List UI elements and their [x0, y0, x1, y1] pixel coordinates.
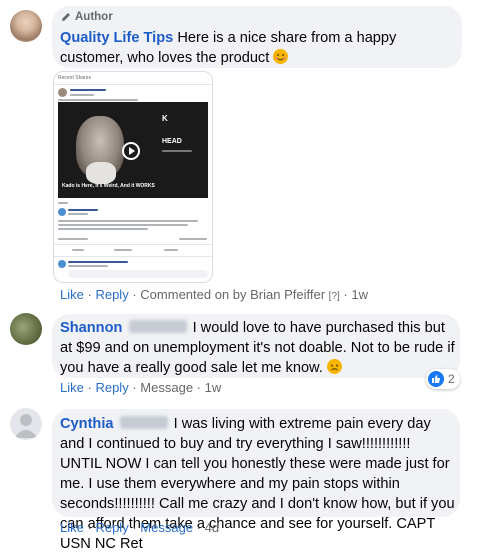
timestamp[interactable]: 1w — [351, 287, 368, 302]
pencil-icon — [62, 13, 70, 21]
comment-actions-3: Like · Reply · Message · 4d — [60, 520, 220, 535]
play-icon[interactable] — [122, 142, 140, 160]
commenter-name[interactable]: Quality Life Tips — [60, 30, 173, 46]
reply-button[interactable]: Reply — [95, 520, 128, 535]
reply-button[interactable]: Reply — [95, 380, 128, 395]
like-button[interactable]: Like — [60, 380, 84, 395]
author-badge: Author — [60, 11, 113, 23]
help-link[interactable]: [?] — [329, 291, 340, 302]
comment-actions-2: Like · Reply · Message · 1w — [60, 380, 222, 395]
avatar-author[interactable] — [10, 10, 42, 42]
thumbs-up-icon — [428, 371, 444, 387]
thumbnail-header: Recent Shares — [54, 72, 212, 85]
blurred-surname — [119, 416, 168, 429]
commented-by-label[interactable]: Commented on by Brian Pfeiffer — [140, 287, 325, 302]
commenter-name[interactable]: Shannon — [60, 320, 122, 336]
blurred-surname — [128, 320, 187, 333]
message-button[interactable]: Message — [140, 520, 193, 535]
comment-text-2: Shannon I would love to have purchased t… — [60, 320, 455, 376]
comment-actions-1: Like · Reply · Commented on by Brian Pfe… — [60, 287, 369, 302]
disappointed-emoji-icon — [326, 359, 342, 374]
like-button[interactable]: Like — [60, 520, 84, 535]
default-avatar-icon — [14, 414, 38, 438]
like-reaction-count[interactable]: 2 — [426, 369, 460, 389]
comment-text-1: Quality Life Tips Here is a nice share f… — [60, 30, 397, 66]
message-button[interactable]: Message — [140, 380, 193, 395]
reply-button[interactable]: Reply — [95, 287, 128, 302]
timestamp[interactable]: 1w — [205, 380, 222, 395]
smile-emoji-icon — [273, 49, 289, 64]
like-button[interactable]: Like — [60, 287, 84, 302]
commenter-name[interactable]: Cynthia — [60, 416, 114, 432]
thumbnail-comment-avatar — [58, 208, 66, 216]
avatar-cynthia[interactable] — [10, 408, 42, 440]
avatar-shannon[interactable] — [10, 313, 42, 345]
thumbnail-avatar — [58, 88, 67, 97]
shared-post-thumbnail[interactable]: Recent Shares K HEAD Kado is Here, it's … — [53, 71, 213, 283]
video-preview[interactable]: K HEAD Kado is Here, it's Weird, And it … — [58, 102, 208, 198]
timestamp[interactable]: 4d — [205, 520, 219, 535]
